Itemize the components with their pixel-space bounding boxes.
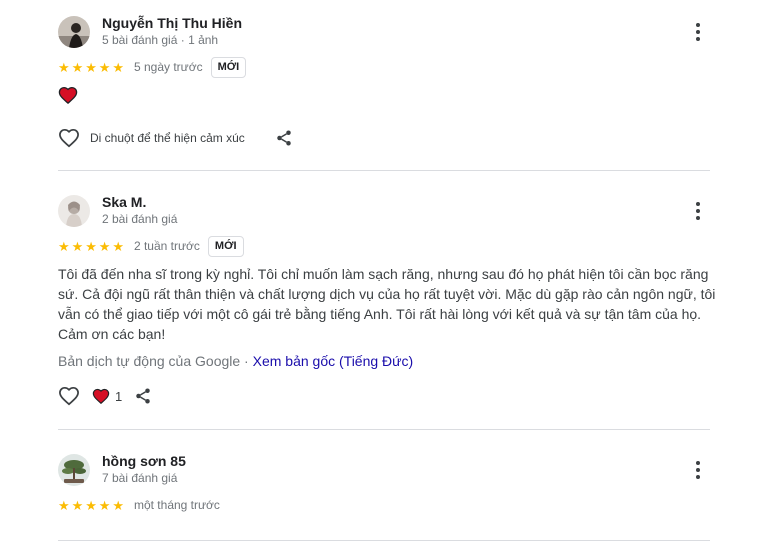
share-button[interactable] bbox=[134, 387, 152, 405]
star-rating: ★ ★ ★ ★ ★ bbox=[58, 61, 126, 74]
like-button[interactable] bbox=[58, 386, 80, 406]
reaction-hint: Di chuột để thể hiện cảm xúc bbox=[90, 131, 245, 145]
new-badge: MỚI bbox=[207, 235, 244, 257]
review-date: 5 ngày trước bbox=[133, 60, 203, 74]
divider bbox=[58, 540, 710, 541]
star-rating: ★ ★ ★ ★ ★ bbox=[58, 240, 126, 253]
star-icon: ★ bbox=[85, 59, 97, 75]
reaction-count-button[interactable]: 1 bbox=[92, 388, 122, 404]
star-icon: ★ bbox=[71, 497, 84, 513]
star-icon: ★ bbox=[112, 497, 125, 513]
divider bbox=[58, 170, 710, 171]
share-icon bbox=[136, 388, 150, 404]
avatar[interactable] bbox=[58, 195, 90, 227]
heart-filled-icon bbox=[92, 388, 110, 404]
divider bbox=[58, 429, 710, 430]
more-options-button[interactable] bbox=[686, 199, 710, 223]
star-icon: ★ bbox=[98, 238, 111, 254]
reviewer-meta[interactable]: 5 bài đánh giá · 1 ảnh bbox=[102, 33, 218, 47]
star-icon: ★ bbox=[98, 59, 111, 75]
reaction-heart-icon bbox=[58, 86, 78, 105]
reaction-count: 1 bbox=[115, 388, 123, 404]
more-vert-icon bbox=[696, 461, 700, 465]
translation-note: Bản dịch tự động của Google · Xem bản gố… bbox=[58, 353, 413, 369]
see-original-link[interactable]: Xem bản gốc (Tiếng Đức) bbox=[253, 353, 414, 369]
avatar[interactable] bbox=[58, 454, 90, 486]
rating-row: ★ ★ ★ ★ ★ một tháng trước bbox=[58, 494, 220, 516]
more-options-button[interactable] bbox=[686, 20, 710, 44]
star-icon: ★ bbox=[58, 238, 70, 254]
review-actions: Di chuột để thể hiện cảm xúc bbox=[58, 126, 293, 150]
reviewer-meta[interactable]: 2 bài đánh giá bbox=[102, 212, 177, 226]
more-vert-icon bbox=[696, 202, 700, 206]
review-date: một tháng trước bbox=[133, 498, 220, 512]
star-rating: ★ ★ ★ ★ ★ bbox=[58, 499, 126, 512]
review-text: Tôi đã đến nha sĩ trong kỳ nghỉ. Tôi chỉ… bbox=[58, 266, 716, 342]
rating-row: ★ ★ ★ ★ ★ 2 tuần trước MỚI bbox=[58, 235, 244, 257]
review-date: 2 tuần trước bbox=[133, 239, 200, 253]
reviewer-meta[interactable]: 7 bài đánh giá bbox=[102, 471, 177, 485]
star-icon: ★ bbox=[112, 59, 125, 75]
share-icon bbox=[277, 130, 291, 146]
star-icon: ★ bbox=[112, 238, 125, 254]
rating-row: ★ ★ ★ ★ ★ 5 ngày trước MỚI bbox=[58, 56, 247, 78]
reviewer-name[interactable]: Nguyễn Thị Thu Hiền bbox=[102, 15, 242, 31]
star-icon: ★ bbox=[71, 238, 84, 254]
heart-outline-icon bbox=[59, 386, 79, 406]
reviewer-name[interactable]: Ska M. bbox=[102, 194, 146, 210]
more-vert-icon bbox=[696, 23, 700, 27]
more-options-button[interactable] bbox=[686, 458, 710, 482]
like-button[interactable]: Di chuột để thể hiện cảm xúc bbox=[58, 128, 245, 148]
star-icon: ★ bbox=[71, 59, 84, 75]
star-icon: ★ bbox=[85, 238, 97, 254]
star-icon: ★ bbox=[98, 497, 111, 513]
new-badge: MỚI bbox=[210, 56, 247, 78]
star-icon: ★ bbox=[58, 59, 70, 75]
star-icon: ★ bbox=[58, 497, 70, 513]
review-actions: 1 bbox=[58, 384, 152, 408]
translation-label: Bản dịch tự động của Google · bbox=[58, 353, 253, 369]
reviewer-name[interactable]: hồng sơn 85 bbox=[102, 453, 186, 469]
share-button[interactable] bbox=[275, 129, 293, 147]
star-icon: ★ bbox=[85, 497, 97, 513]
avatar[interactable] bbox=[58, 16, 90, 48]
heart-outline-icon bbox=[59, 128, 79, 148]
